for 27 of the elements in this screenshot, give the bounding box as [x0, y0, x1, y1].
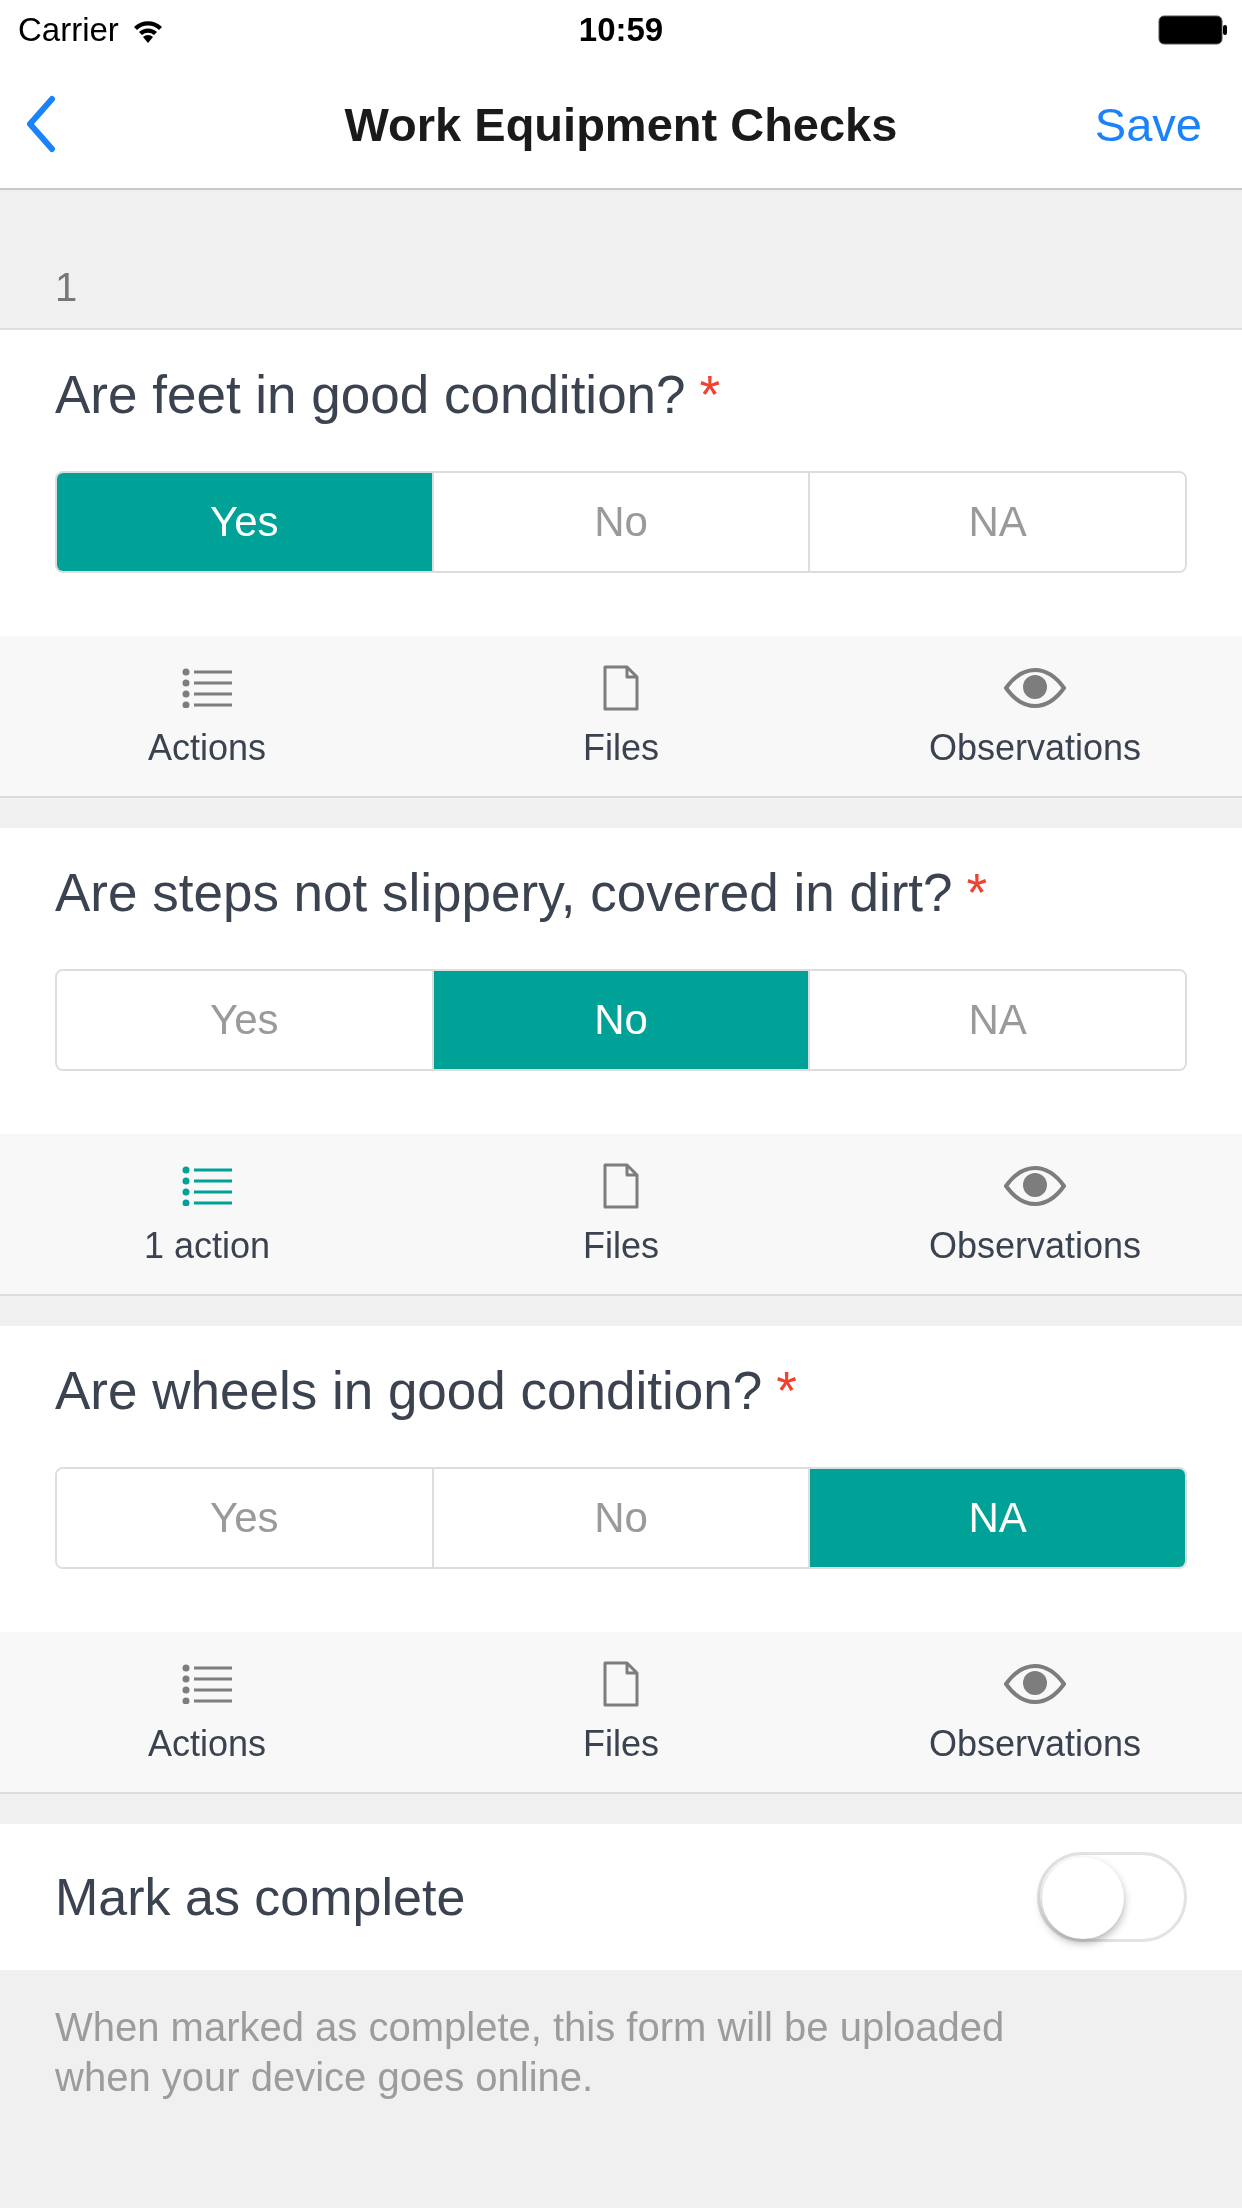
- answer-option[interactable]: NA: [808, 473, 1185, 571]
- battery-icon: [1158, 15, 1228, 45]
- toolbar-item[interactable]: Files: [414, 1632, 828, 1792]
- clock-time: 10:59: [578, 11, 664, 49]
- complete-label: Mark as complete: [55, 1867, 466, 1927]
- toolbar-item[interactable]: Files: [414, 1134, 828, 1294]
- question-text: Are feet in good condition? *: [55, 364, 722, 425]
- save-button[interactable]: Save: [1094, 96, 1202, 152]
- toolbar-item[interactable]: Actions: [0, 1632, 414, 1792]
- toolbar-item[interactable]: 1 action: [0, 1134, 414, 1294]
- back-button[interactable]: [26, 95, 56, 153]
- toolbar-item[interactable]: Observations: [828, 1632, 1242, 1792]
- toolbar-item[interactable]: Observations: [828, 636, 1242, 796]
- toolbar-item[interactable]: Actions: [0, 636, 414, 796]
- toolbar-item[interactable]: Observations: [828, 1134, 1242, 1294]
- answer-option[interactable]: NA: [808, 971, 1185, 1069]
- answer-option[interactable]: Yes: [57, 473, 432, 571]
- question-text: Are wheels in good condition? *: [55, 1360, 798, 1421]
- answer-option[interactable]: NA: [808, 1469, 1185, 1567]
- toolbar-item[interactable]: Files: [414, 636, 828, 796]
- section-number: 1: [55, 265, 78, 310]
- back-chevron-icon: [26, 95, 56, 153]
- question-text: Are steps not slippery, covered in dirt? *: [55, 862, 989, 923]
- footer-note: When marked as complete, this form will be uploaded when your device goes online.: [54, 2004, 1006, 2101]
- carrier-name: Carrier: [18, 11, 119, 49]
- answer-option[interactable]: No: [431, 971, 809, 1069]
- screen-title: Work Equipment Checks: [344, 96, 898, 152]
